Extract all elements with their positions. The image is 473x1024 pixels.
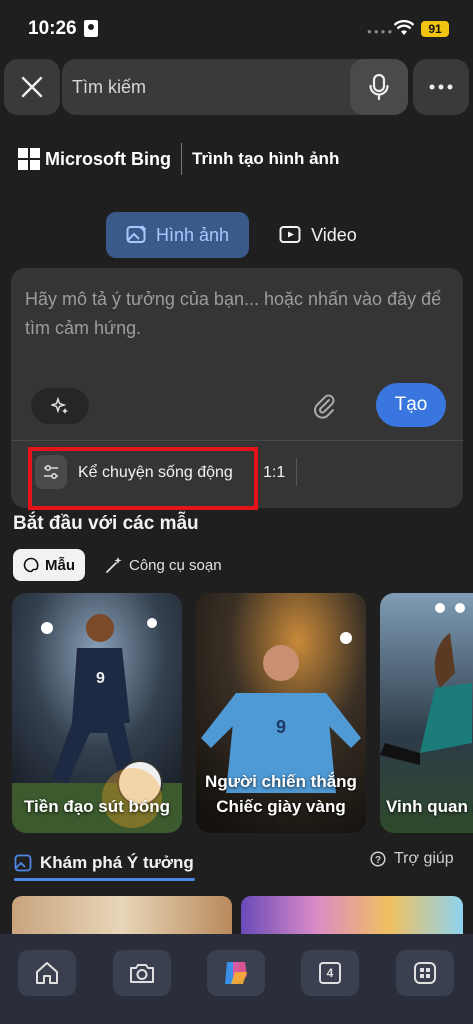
tab-video-label: Video	[311, 224, 357, 245]
search-bar[interactable]: Tìm kiếm	[62, 59, 408, 115]
brand-name: Microsoft Bing	[45, 148, 171, 169]
copilot-icon	[225, 962, 247, 984]
bottom-navigation: 4	[0, 934, 473, 1024]
more-options-button[interactable]	[413, 59, 469, 115]
status-bar: 10:26 ●●●● 91	[0, 0, 473, 58]
template-tabs: Mẫu Công cụ soạn	[13, 549, 232, 581]
apps-grid-icon	[414, 962, 436, 984]
home-icon	[36, 962, 58, 984]
close-icon	[21, 76, 43, 98]
svg-text:9: 9	[276, 717, 286, 737]
microsoft-logo-icon	[18, 148, 40, 170]
top-bar: Tìm kiếm	[0, 58, 473, 116]
camera-icon	[130, 964, 154, 983]
tab-compose-tools-label: Công cụ soạn	[129, 556, 222, 574]
home-button[interactable]	[18, 950, 76, 996]
wifi-icon	[394, 20, 414, 35]
template-card-label: Người chiến thắng Chiếc giày vàng	[205, 772, 357, 816]
help-icon: ?	[370, 851, 386, 867]
video-icon	[279, 226, 301, 243]
microphone-icon	[369, 74, 389, 100]
template-card-label: Vinh quan m	[386, 797, 473, 816]
copilot-button[interactable]	[207, 950, 265, 996]
product-name: Trình tạo hình ảnh	[192, 149, 340, 168]
explore-label: Khám phá Ý tưởng	[40, 853, 194, 872]
image-icon	[126, 225, 147, 243]
signal-icon: ●●●●	[367, 27, 395, 36]
tab-templates[interactable]: Mẫu	[13, 549, 85, 581]
brand-divider	[181, 143, 182, 175]
voice-search-button[interactable]	[350, 59, 408, 115]
help-button[interactable]: ? Trợ giúp	[370, 850, 454, 868]
picture-icon	[14, 854, 32, 872]
magic-wand-icon	[106, 557, 122, 573]
template-card[interactable]: 9 Người chiến thắng Chiếc giày vàng	[196, 593, 366, 833]
tab-video[interactable]: Video	[259, 212, 377, 258]
tab-compose-tools[interactable]: Công cụ soạn	[95, 549, 232, 581]
svg-text:?: ?	[375, 855, 381, 866]
create-button[interactable]: Tạo	[376, 383, 446, 427]
mode-tabs: Hình ảnh Video	[106, 212, 377, 258]
svg-text:9: 9	[96, 670, 105, 687]
tab-count-icon: 4	[319, 962, 341, 984]
palette-icon	[23, 557, 39, 573]
attach-button[interactable]	[307, 388, 343, 424]
tab-image[interactable]: Hình ảnh	[106, 212, 250, 258]
apps-button[interactable]	[396, 950, 454, 996]
orientation-lock-icon	[84, 20, 98, 37]
surprise-me-button[interactable]	[31, 388, 89, 424]
tabs-button[interactable]: 4	[301, 950, 359, 996]
template-card[interactable]: 9 Tiền đạo sút bóng	[12, 593, 182, 833]
template-card[interactable]: Vinh quan m	[380, 593, 473, 833]
aspect-ratio-selector[interactable]: 1:1	[263, 464, 285, 482]
explore-tab-indicator	[14, 878, 195, 881]
option-divider	[296, 458, 297, 486]
paperclip-icon	[314, 394, 335, 419]
sparkle-icon	[51, 397, 68, 414]
tab-templates-label: Mẫu	[45, 556, 75, 574]
close-button[interactable]	[4, 59, 60, 115]
card-divider	[11, 440, 463, 441]
status-time: 10:26	[28, 18, 77, 39]
templates-title: Bắt đầu với các mẫu	[13, 513, 199, 534]
prompt-input[interactable]: Hãy mô tả ý tưởng của bạn... hoặc nhấn v…	[25, 285, 445, 343]
template-card-label: Tiền đạo sút bóng	[23, 797, 171, 816]
help-label: Trợ giúp	[394, 850, 454, 867]
tab-image-label: Hình ảnh	[156, 224, 230, 245]
brand-header: Microsoft Bing Trình tạo hình ảnh	[18, 142, 339, 176]
search-input[interactable]: Tìm kiếm	[72, 77, 146, 98]
highlight-box	[28, 447, 258, 510]
battery-indicator: 91	[421, 21, 449, 37]
template-carousel: 9 Tiền đạo sút bóng 9 Người chiến thắng …	[12, 593, 473, 833]
tab-explore-ideas[interactable]: Khám phá Ý tưởng	[14, 848, 194, 878]
camera-button[interactable]	[113, 950, 171, 996]
more-icon	[429, 84, 453, 90]
